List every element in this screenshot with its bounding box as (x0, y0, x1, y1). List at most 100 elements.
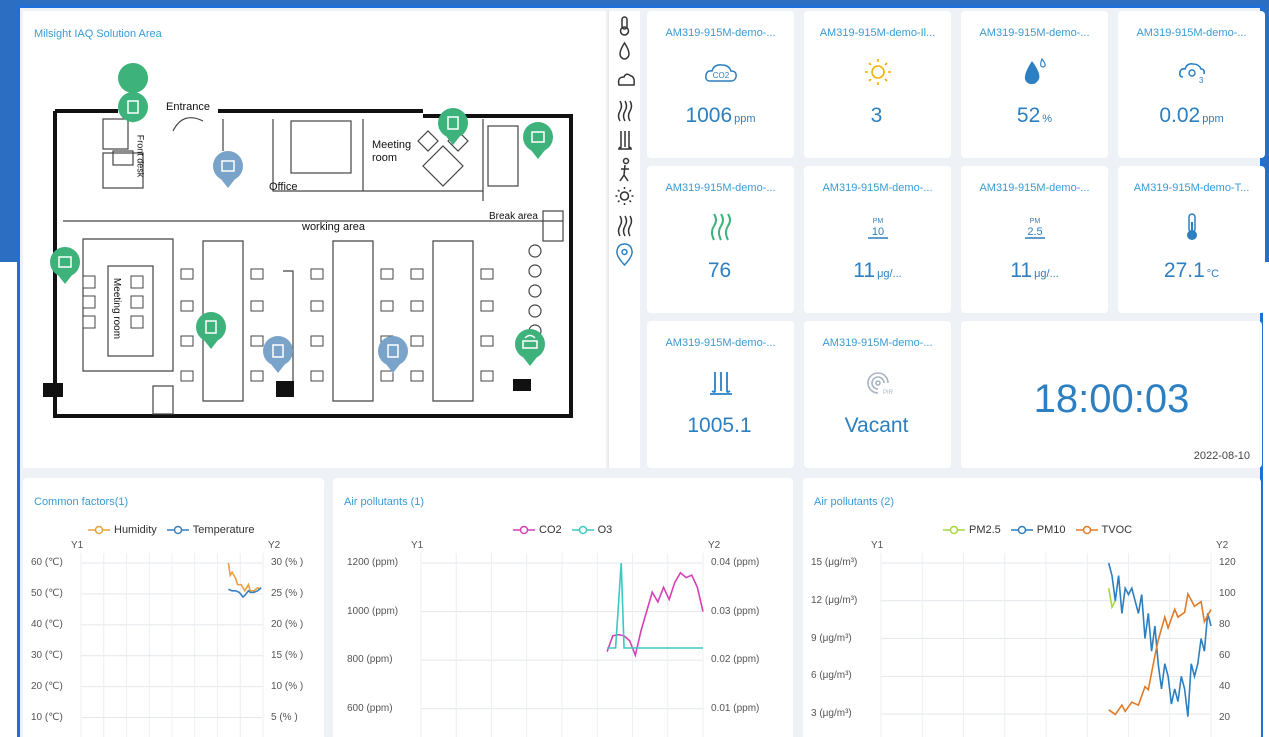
series-line-humidity[interactable] (227, 562, 262, 593)
y1-tick-label: 3 (μg/m³) (811, 708, 852, 720)
o3-cloud-icon: 3 (1118, 57, 1265, 87)
y2-tick-label: 15 (% ) (271, 649, 304, 661)
room-label-office: Office (269, 181, 298, 193)
dashboard-frame: Milsight IAQ Solution Area Entrance Fron… (17, 5, 1265, 737)
light-sun-icon[interactable] (615, 187, 634, 205)
y1-tick-label: 9 (μg/m³) (811, 632, 852, 644)
location-pin-icon[interactable] (616, 243, 633, 267)
y1-tick-label: 50 (℃) (31, 587, 63, 599)
tile-value: 1005.1 (687, 414, 752, 437)
svg-text:10: 10 (871, 226, 883, 238)
svg-text:PM: PM (1029, 218, 1040, 225)
tile-value: 76 (707, 259, 732, 282)
svg-text:PIR: PIR (883, 390, 894, 396)
room-label-meeting-room-2: Meeting room (111, 277, 123, 340)
chart-common-factors: Common factors(1) Humidity Temperature Y1 Y… (23, 478, 324, 737)
sensor-tile-pressure[interactable]: AM319-915M-demo-... 1005.1 (647, 321, 794, 468)
y2-tick-label: 120 (1219, 557, 1236, 568)
pm10-icon: PM 10 (804, 212, 951, 242)
tile-value: 1006 ppm (685, 104, 756, 127)
tile-value: 27.1 °C (1163, 259, 1220, 282)
y1-tick-label: 6 (μg/m³) (811, 670, 852, 682)
sensor-tile-o3[interactable]: AM319-915M-demo-... 3 0.02 ppm (1118, 11, 1265, 158)
tile-value: Vacant (844, 414, 909, 437)
co2-cloud-icon: CO2 (647, 57, 794, 87)
y1-tick-label: 40 (℃) (31, 618, 63, 630)
tile-value: 11 μg/... (853, 259, 902, 282)
chart-plot (880, 553, 1212, 737)
y1-tick-label: 60 (℃) (31, 557, 63, 568)
room-label-working-area: working area (302, 221, 365, 233)
sensor-tile-co2[interactable]: AM319-915M-demo-... CO2 1006 ppm (647, 11, 794, 158)
room-label-front-desk: Front desk (135, 134, 146, 178)
y1-tick-label: 800 (ppm) (347, 654, 393, 666)
tvoc-waves-icon (647, 212, 794, 242)
y2-tick-label: 5 (% ) (271, 711, 298, 723)
tile-device-name: AM319-915M-demo-... (979, 27, 1090, 39)
y1-tick-label: 15 (μg/m³) (811, 557, 858, 568)
humidity-drop-icon[interactable] (619, 41, 630, 60)
sensor-tile-occupancy[interactable]: AM319-915M-demo-... PIR Vacant (804, 321, 951, 468)
sensor-tile-light[interactable]: AM319-915M-demo-Il... 3 (804, 11, 951, 158)
y1-tick-label: 1200 (ppm) (347, 557, 399, 568)
tile-value: 3 (870, 104, 883, 127)
room-label-break-area: Break area (489, 211, 538, 222)
tile-value: 0.02 ppm (1159, 104, 1224, 127)
clock-time: 18:00:03 (1033, 377, 1190, 421)
y2-tick-label: 0.01 (ppm) (711, 702, 760, 714)
sensor-tile-pm10[interactable]: AM319-915M-demo-... PM 10 11 μg/... (804, 166, 951, 313)
tile-value: 52% (1016, 104, 1053, 127)
humidity-drop-icon (961, 57, 1108, 87)
sensor-tile-humidity[interactable]: AM319-915M-demo-... 52% (961, 11, 1108, 158)
svg-text:2.5: 2.5 (1027, 226, 1042, 238)
thermometer-icon (1118, 212, 1265, 242)
y2-tick-label: 100 (1219, 587, 1236, 599)
svg-text:CO2: CO2 (712, 71, 729, 80)
room-label-meeting-room: Meeting room (372, 139, 412, 164)
occupancy-person-icon[interactable] (619, 157, 630, 182)
y2-tick-label: 25 (% ) (271, 587, 304, 599)
sensor-tile-tvoc[interactable]: AM319-915M-demo-... 76 (647, 166, 794, 313)
svg-text:3: 3 (1199, 76, 1204, 85)
thermometer-icon[interactable] (619, 16, 630, 36)
tile-device-name: AM319-915M-demo-... (665, 27, 776, 39)
sun-icon (804, 57, 951, 87)
chart-air-pollutants-2: Air pollutants (2) PM2.5 PM10 TVOC Y1 Y2 15 (… (803, 478, 1261, 737)
y1-tick-label: 1000 (ppm) (347, 605, 399, 617)
y2-tick-label: 0.04 (ppm) (711, 557, 760, 568)
tvoc-waves-icon[interactable] (617, 100, 633, 122)
tile-device-name: AM319-915M-demo-... (822, 182, 933, 194)
sensor-tile-pm25[interactable]: AM319-915M-demo-... PM 2.5 11 μg/... (961, 166, 1108, 313)
pm25-icon: PM 2.5 (961, 212, 1108, 242)
y1-tick-label: 10 (℃) (31, 711, 63, 723)
floor-plan-drawing (43, 109, 573, 418)
chart-plot (80, 553, 264, 737)
y2-tick-label: 20 (1219, 711, 1231, 723)
tile-device-name: AM319-915M-demo-... (822, 337, 933, 349)
pir-icon: PIR (804, 367, 951, 397)
y1-tick-label: 30 (℃) (31, 649, 63, 661)
y1-tick-label: 20 (℃) (31, 680, 63, 692)
sensor-filter-bar (608, 11, 640, 468)
tile-device-name: AM319-915M-demo-T... (1133, 182, 1250, 194)
tile-device-name: AM319-915M-demo-... (665, 337, 776, 349)
pressure-icon[interactable] (618, 131, 632, 150)
co2-cloud-icon[interactable] (617, 73, 635, 86)
chart-air-pollutants-1: Air pollutants (1) CO2 O3 Y1 Y2 1200 (ppm) 10… (333, 478, 793, 737)
series-line-tvoc[interactable] (1108, 591, 1212, 716)
svg-text:PM: PM (872, 218, 883, 225)
tile-device-name: AM319-915M-demo-... (665, 182, 776, 194)
series-line-pm10[interactable] (1107, 562, 1212, 717)
y2-tick-label: 40 (1219, 680, 1231, 692)
y1-tick-label: 600 (ppm) (347, 702, 393, 714)
y2-tick-label: 0.02 (ppm) (711, 654, 760, 666)
y2-tick-label: 0.03 (ppm) (711, 605, 760, 617)
sensor-tile-temperature[interactable]: AM319-915M-demo-T... 27.1 °C (1118, 166, 1265, 313)
waves-icon[interactable] (617, 215, 633, 237)
y1-tick-label: 12 (μg/m³) (811, 594, 858, 606)
tile-device-name: AM319-915M-demo-... (1136, 27, 1247, 39)
y2-tick-label: 80 (1219, 618, 1231, 630)
clock-panel: 18:00:03 2022-08-10 (961, 321, 1262, 468)
y2-tick-label: 10 (% ) (271, 680, 304, 692)
y2-tick-label: 20 (% ) (271, 618, 304, 630)
